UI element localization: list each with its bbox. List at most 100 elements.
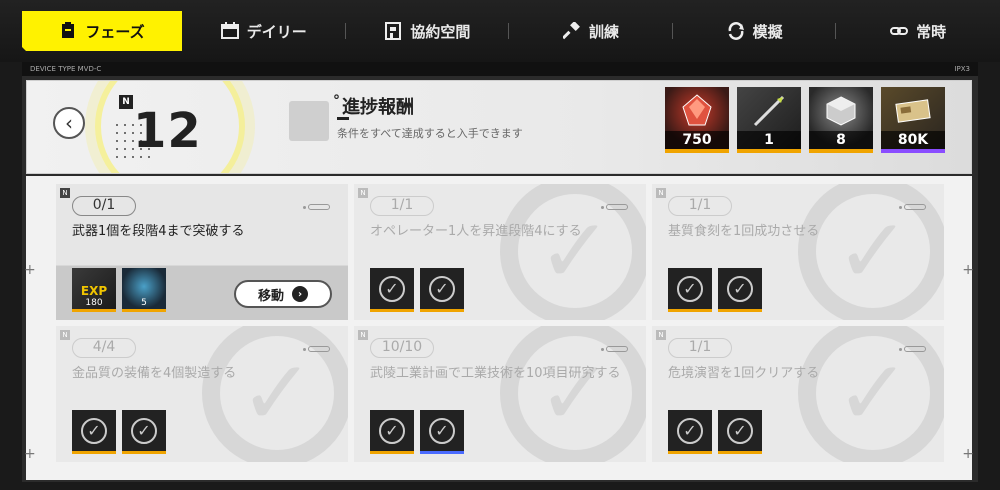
item-count: 180 <box>85 298 103 308</box>
task-card[interactable]: ✓ N 4/4 金品質の装備を4個製造する ✓ ✓ <box>56 326 348 462</box>
task-card[interactable]: ✓ N 1/1 オペレーター1人を昇進段階4にする ✓ ✓ <box>354 184 646 320</box>
check-icon: ✓ <box>131 417 157 444</box>
simulation-icon <box>727 22 745 40</box>
reward-items: 750 1 8 80K <box>665 87 945 153</box>
check-icon: ✓ <box>379 275 405 302</box>
check-icon: ✓ <box>727 417 753 444</box>
main-frame: DEVICE TYPE MVD-C IPX3 ‹ N 12 進捗報酬 条件をすべ… <box>22 62 978 482</box>
check-icon: ✓ <box>429 417 455 444</box>
task-rewards: ✓ ✓ <box>668 410 762 454</box>
status-dot <box>899 206 902 209</box>
task-description: 武陵工業計画で工業技術を10項目研究する <box>370 366 621 381</box>
task-corner-icon: N <box>60 330 70 340</box>
task-corner-icon: N <box>358 330 368 340</box>
task-corner-icon: N <box>656 188 666 198</box>
task-rewards: ✓ ✓ <box>370 410 464 454</box>
item-count: 5 <box>141 298 147 308</box>
tab-label: 協約空間 <box>410 22 471 41</box>
reward-item-material[interactable]: 8 <box>809 87 873 153</box>
plus-mark-icon: + <box>24 262 36 278</box>
title-underline <box>337 117 349 120</box>
claimed-reward: ✓ <box>370 410 414 454</box>
link-icon <box>890 22 909 40</box>
task-description: 危境演習を1回クリアする <box>668 366 820 381</box>
task-description: 基質食刻を1回成功させる <box>668 224 820 239</box>
tab-permanent[interactable]: 常時 <box>836 11 1000 51</box>
task-progress: 10/10 <box>370 338 434 358</box>
task-corner-icon: N <box>60 188 70 198</box>
status-pill <box>308 204 330 210</box>
device-code: IPX3 <box>954 65 970 73</box>
claimed-reward: ✓ <box>72 410 116 454</box>
reward-title: 進捗報酬 <box>333 93 414 119</box>
status-pill <box>904 204 926 210</box>
reward-item-crystal[interactable]: 750 <box>665 87 729 153</box>
device-label: DEVICE TYPE MVD-C <box>30 65 102 73</box>
item-count: 1 <box>737 131 801 149</box>
claimed-reward: ✓ <box>668 268 712 312</box>
item-count: 8 <box>809 131 873 149</box>
claimed-reward: ✓ <box>668 410 712 454</box>
item-count: 750 <box>665 131 729 149</box>
move-button[interactable]: 移動 › <box>234 280 332 308</box>
move-label: 移動 <box>257 288 284 304</box>
task-progress: 0/1 <box>72 196 136 216</box>
phase-logo-icon: N <box>119 95 133 109</box>
tab-label: 模擬 <box>752 22 783 41</box>
claimed-reward: ✓ <box>370 268 414 312</box>
arrow-right-icon: › <box>292 286 308 302</box>
check-icon: ✓ <box>429 275 455 302</box>
check-icon: ✓ <box>677 275 703 302</box>
tab-phase[interactable]: フェーズ <box>22 11 182 51</box>
task-corner-icon: N <box>358 188 368 198</box>
claimed-reward: ✓ <box>718 410 762 454</box>
check-icon: ✓ <box>677 417 703 444</box>
task-rewards: ✓ ✓ <box>370 268 464 312</box>
task-card[interactable]: ✓ N 1/1 危境演習を1回クリアする ✓ ✓ <box>652 326 944 462</box>
status-dot <box>303 206 306 209</box>
back-button[interactable]: ‹ <box>53 107 85 139</box>
phase-icon <box>59 22 77 40</box>
tab-simulation[interactable]: 模擬 <box>673 11 837 51</box>
reward-box-icon <box>289 101 329 141</box>
tab-pact-space[interactable]: 協約空間 <box>346 11 510 51</box>
task-rewards: EXP 180 5 <box>72 268 166 312</box>
device-info-strip: DEVICE TYPE MVD-C IPX3 <box>22 62 978 76</box>
top-tab-bar: フェーズ デイリー 協約空間 訓練 模擬 常時 <box>0 0 1000 62</box>
tab-daily[interactable]: デイリー <box>182 11 346 51</box>
task-grid: + + + + N 0/1 武器1個を段階4まで突破する EXP 180 5 移… <box>24 176 974 480</box>
status-pill <box>606 204 628 210</box>
task-progress: 1/1 <box>668 196 732 216</box>
check-icon: ✓ <box>81 417 107 444</box>
exp-item[interactable]: EXP 180 <box>72 268 116 312</box>
pact-icon <box>384 22 402 40</box>
task-progress: 1/1 <box>668 338 732 358</box>
status-dot <box>601 206 604 209</box>
check-icon: ✓ <box>379 417 405 444</box>
status-dot <box>899 348 902 351</box>
tab-training[interactable]: 訓練 <box>509 11 673 51</box>
task-card[interactable]: N 0/1 武器1個を段階4まで突破する EXP 180 5 移動 › <box>56 184 348 320</box>
task-progress: 1/1 <box>370 196 434 216</box>
status-pill <box>308 346 330 352</box>
tab-label: 訓練 <box>588 22 619 41</box>
phase-number: 12 <box>133 103 202 159</box>
item-count: 80K <box>881 131 945 149</box>
spear-icon <box>737 87 801 135</box>
claimed-reward: ✓ <box>122 410 166 454</box>
plus-mark-icon: + <box>962 262 974 278</box>
cube-item[interactable]: 5 <box>122 268 166 312</box>
task-rewards: ✓ ✓ <box>72 410 166 454</box>
reward-item-currency[interactable]: 80K <box>881 87 945 153</box>
task-card[interactable]: ✓ N 10/10 武陵工業計画で工業技術を10項目研究する ✓ ✓ <box>354 326 646 462</box>
chevron-left-icon: ‹ <box>65 111 73 135</box>
task-progress: 4/4 <box>72 338 136 358</box>
reward-item-weapon[interactable]: 1 <box>737 87 801 153</box>
banknote-icon <box>881 87 945 135</box>
hammer-icon <box>562 22 581 40</box>
tab-label: デイリー <box>246 22 307 41</box>
claimed-reward: ✓ <box>420 410 464 454</box>
status-pill <box>606 346 628 352</box>
task-card[interactable]: ✓ N 1/1 基質食刻を1回成功させる ✓ ✓ <box>652 184 944 320</box>
task-rewards: ✓ ✓ <box>668 268 762 312</box>
